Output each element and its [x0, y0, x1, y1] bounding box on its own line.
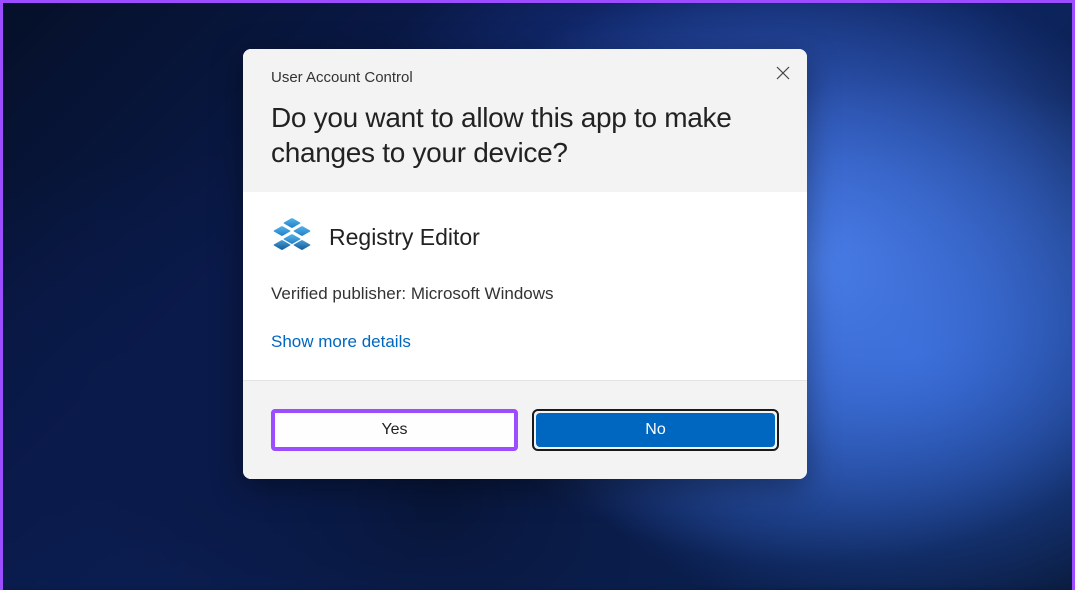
dialog-question: Do you want to allow this app to make ch…: [271, 100, 779, 170]
app-identity-row: Registry Editor: [271, 216, 779, 258]
registry-editor-icon: [271, 216, 313, 258]
publisher-info: Verified publisher: Microsoft Windows: [271, 284, 779, 304]
dialog-title: User Account Control: [271, 69, 779, 86]
dialog-body: Registry Editor Verified publisher: Micr…: [243, 192, 807, 380]
uac-dialog: User Account Control Do you want to allo…: [243, 49, 807, 479]
no-button[interactable]: No: [536, 413, 775, 447]
close-button[interactable]: [773, 63, 793, 83]
yes-button[interactable]: Yes: [271, 409, 518, 451]
show-details-link[interactable]: Show more details: [271, 332, 779, 352]
close-icon: [776, 66, 790, 80]
dialog-header: User Account Control Do you want to allo…: [243, 49, 807, 192]
no-button-focus-ring: No: [532, 409, 779, 451]
app-name: Registry Editor: [329, 224, 480, 251]
dialog-footer: Yes No: [243, 380, 807, 479]
